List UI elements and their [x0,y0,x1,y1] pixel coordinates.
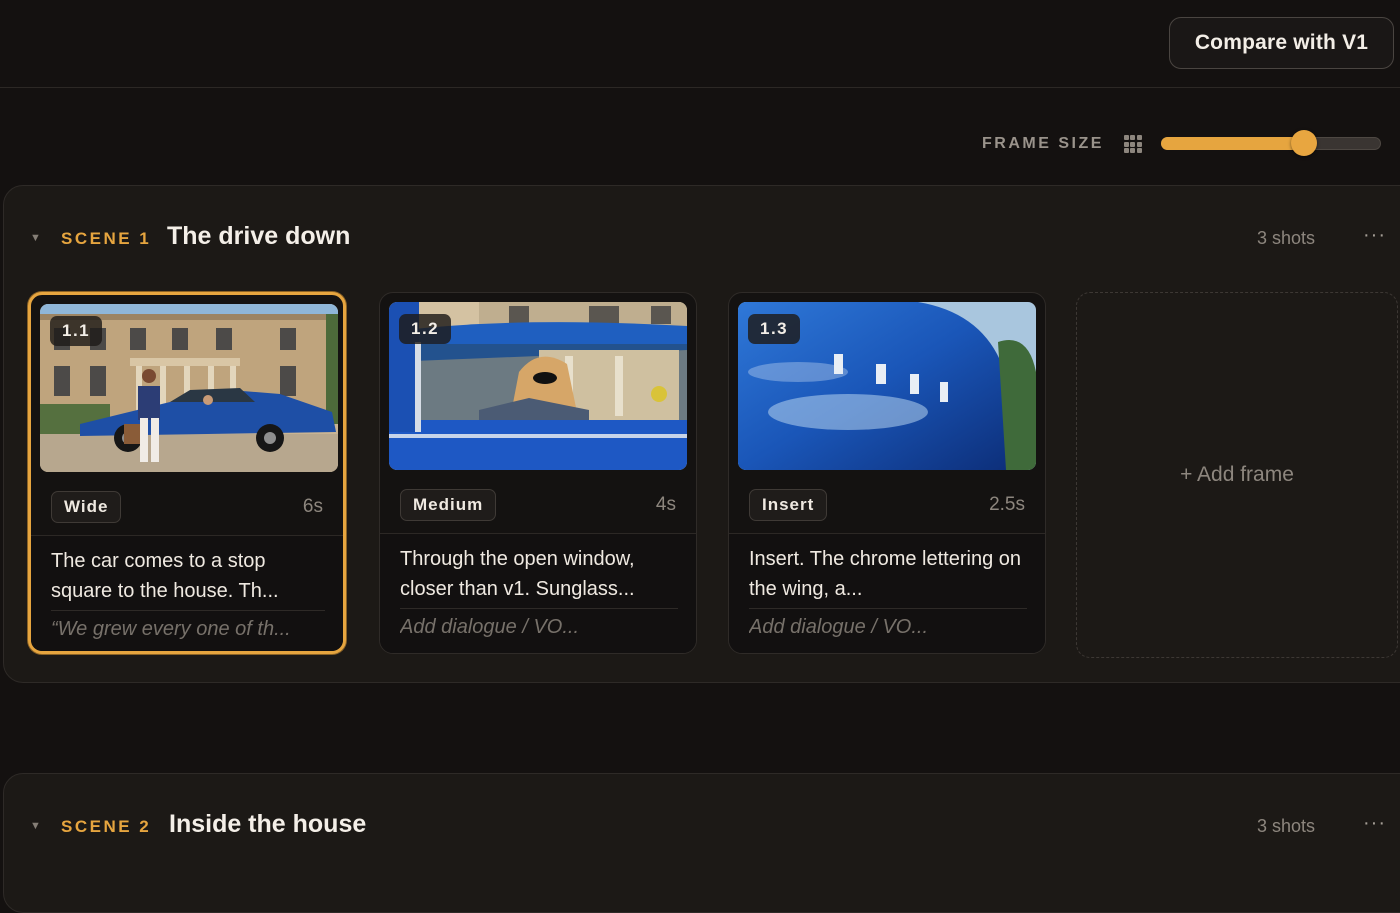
shot-count: 3 shots [1257,228,1316,248]
shot-card-1-3[interactable]: 1.3 Insert 2.5s Insert. The chrome lette… [728,292,1046,654]
top-bar: Compare with V1 [0,0,1400,88]
shot-duration: 4s [655,494,676,515]
dialogue-field[interactable]: Add dialogue / VO... [749,616,1029,639]
grid-icon [1123,135,1142,153]
collapse-caret-icon[interactable]: ▼ [30,232,41,244]
scene-2-panel: ▼ SCENE 2 Inside the house 3 shots ··· [3,773,1400,913]
dialogue-field[interactable]: “We grew every one of th... [51,618,331,641]
scene-label: SCENE 2 [61,817,152,836]
dialogue-field[interactable]: Add dialogue / VO... [400,616,680,639]
scene-header[interactable]: ▼ SCENE 1 The drive down 3 shots ··· [4,186,1400,290]
scene-header[interactable]: ▼ SCENE 2 Inside the house 3 shots ··· [4,774,1400,878]
shot-type-badge[interactable]: Wide [51,491,122,523]
shot-count: 3 shots [1257,816,1316,836]
shot-description[interactable]: Through the open window, closer than v1.… [400,544,680,604]
shot-description-area: The car comes to a stop square to the ho… [31,535,343,651]
frame-size-label: FRAME SIZE [982,135,1104,152]
shot-description[interactable]: Insert. The chrome lettering on the wing… [749,544,1029,604]
more-options-icon[interactable]: ··· [1363,812,1386,835]
frame-size-control: FRAME SIZE [982,124,1142,164]
add-frame-button[interactable]: + Add frame [1076,292,1398,658]
shot-type-badge[interactable]: Insert [749,489,828,521]
shot-description-area: Through the open window, closer than v1.… [380,533,696,653]
scene-1-panel: ▼ SCENE 1 The drive down 3 shots ··· 1.1… [3,185,1400,683]
slider-fill [1161,137,1304,150]
shot-number-badge: 1.3 [748,314,801,344]
shot-card-1-2[interactable]: 1.2 Medium 4s Through the open window, c… [379,292,697,654]
shot-duration: 2.5s [989,494,1025,515]
shot-thumbnail[interactable]: 1.3 [738,302,1036,470]
shot-type-badge[interactable]: Medium [400,489,497,521]
divider [749,608,1027,609]
divider [400,608,678,609]
shot-description[interactable]: The car comes to a stop square to the ho… [51,546,331,606]
shot-thumbnail[interactable]: 1.2 [389,302,687,470]
frame-size-slider[interactable] [1161,130,1381,156]
shot-duration: 6s [302,496,323,517]
collapse-caret-icon[interactable]: ▼ [30,820,41,832]
more-options-icon[interactable]: ··· [1363,224,1386,247]
shot-card-1-1[interactable]: 1.1 Wide 6s The car comes to a stop squa… [28,292,346,654]
scene-title[interactable]: Inside the house [169,810,366,839]
scene-label: SCENE 1 [61,229,152,248]
shot-description-area: Insert. The chrome lettering on the wing… [729,533,1045,653]
shot-number-badge: 1.2 [399,314,452,344]
shot-thumbnail[interactable]: 1.1 [40,304,338,472]
compare-with-v1-button[interactable]: Compare with V1 [1169,17,1394,69]
shot-number-badge: 1.1 [50,316,103,346]
slider-thumb[interactable] [1291,130,1317,156]
scene-title[interactable]: The drive down [167,222,350,251]
divider [51,610,325,611]
